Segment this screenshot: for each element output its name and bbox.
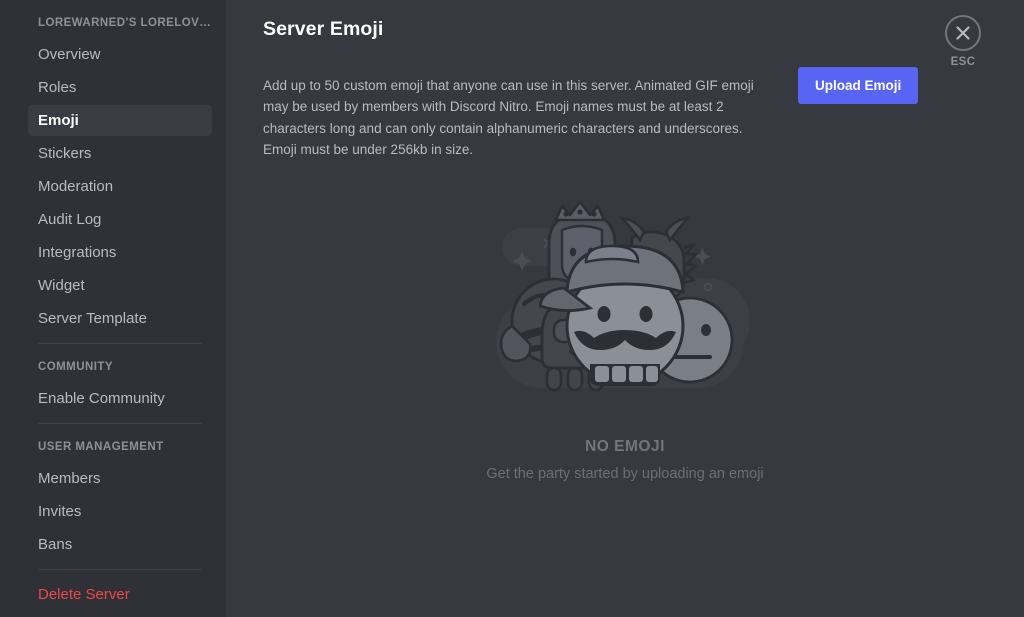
server-settings-modal: LOREWARNED'S LORELOV… Overview Roles Emoji S… [0, 0, 1024, 617]
sidebar-item-invites[interactable]: Invites [28, 496, 212, 527]
close-settings-button[interactable]: ESC [935, 15, 991, 68]
empty-state: NO EMOJI Get the party started by upload… [226, 196, 1024, 482]
sidebar-item-audit-log[interactable]: Audit Log [28, 204, 212, 235]
sidebar-server-name: LOREWARNED'S LORELOV… [38, 17, 212, 29]
emoji-description: Add up to 50 custom emoji that anyone ca… [263, 77, 754, 158]
sidebar-item-enable-community[interactable]: Enable Community [28, 383, 212, 414]
sidebar-item-members[interactable]: Members [28, 463, 212, 494]
sidebar-group-header: USER MANAGEMENT [38, 441, 164, 453]
settings-content: Server Emoji Add up to 50 custom emoji t… [226, 0, 1024, 617]
description-row: Add up to 50 custom emoji that anyone ca… [263, 61, 1024, 174]
sidebar-nav-list: LOREWARNED'S LORELOV… Overview Roles Emoji S… [0, 15, 226, 610]
sidebar-item-stickers[interactable]: Stickers [28, 138, 212, 169]
sidebar-group-header: COMMUNITY [38, 361, 113, 373]
empty-state-subtitle: Get the party started by uploading an em… [486, 466, 764, 482]
sidebar-item-bans[interactable]: Bans [28, 529, 212, 560]
sidebar-item-integrations[interactable]: Integrations [28, 237, 212, 268]
sidebar-divider [38, 423, 202, 424]
sidebar-item-overview[interactable]: Overview [28, 39, 212, 70]
sidebar-item-emoji[interactable]: Emoji [28, 105, 212, 136]
content-header: Server Emoji Add up to 50 custom emoji t… [226, 0, 1024, 174]
page-title: Server Emoji [263, 18, 384, 40]
settings-sidebar: LOREWARNED'S LORELOV… Overview Roles Emoji S… [0, 0, 226, 617]
emoji-crowd-illustration [496, 200, 750, 392]
sidebar-divider [38, 569, 202, 570]
upload-emoji-button[interactable]: Upload Emoji [798, 67, 919, 104]
sidebar-item-widget[interactable]: Widget [28, 270, 212, 301]
sidebar-item-roles[interactable]: Roles [28, 72, 212, 103]
esc-label: ESC [950, 56, 976, 68]
close-x-icon[interactable] [945, 15, 981, 51]
sidebar-divider [38, 343, 202, 344]
sidebar-item-moderation[interactable]: Moderation [28, 171, 212, 202]
sidebar-item-delete-server[interactable]: Delete Server [28, 579, 212, 610]
sidebar-item-server-template[interactable]: Server Template [28, 303, 212, 334]
empty-state-title: NO EMOJI [585, 438, 665, 455]
